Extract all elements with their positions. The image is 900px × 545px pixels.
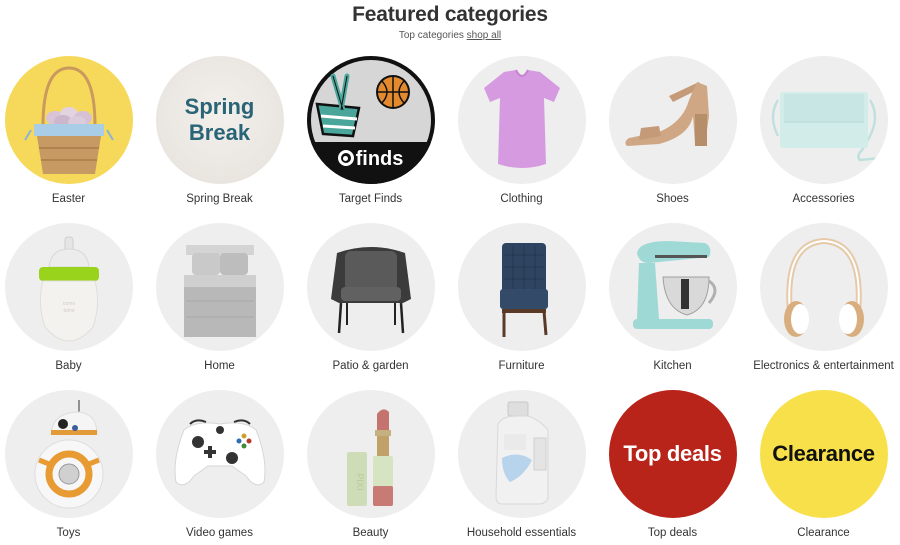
category-label: Video games <box>186 527 253 539</box>
category-label: Target Finds <box>338 193 403 205</box>
category-row: Toys Video games PIXI Beauty Household e… <box>0 390 900 545</box>
category-row: Easter Spring Break Spring Break finds T… <box>0 56 900 216</box>
category-row: como tomo Baby Home Patio & garden Furni… <box>0 223 900 383</box>
category-label: Kitchen <box>653 360 692 372</box>
svg-text:como: como <box>62 301 74 307</box>
patio-chair-icon <box>306 223 435 351</box>
category-tile-target-finds[interactable]: finds Target Finds <box>295 56 446 206</box>
category-tile-household-essentials[interactable]: Household essentials <box>446 390 597 540</box>
target-finds-icon: finds <box>306 56 435 184</box>
category-label: Easter <box>51 193 86 205</box>
clearance-art-text: Clearance <box>772 441 875 466</box>
clearance-badge: Clearance <box>759 390 888 518</box>
subtitle-text: Top categories <box>398 30 464 41</box>
category-tile-electronics-entertainment[interactable]: Electronics & entertainment <box>748 223 899 373</box>
category-label: Household essentials <box>466 527 577 539</box>
target-finds-art-text: finds <box>355 148 404 170</box>
category-tile-beauty[interactable]: PIXI Beauty <box>295 390 446 540</box>
category-label: Electronics & entertainment <box>753 360 894 372</box>
category-tile-top-deals[interactable]: Top deals Top deals <box>597 390 748 540</box>
category-tile-video-games[interactable]: Video games <box>144 390 295 540</box>
shop-all-link[interactable]: shop all <box>467 30 501 41</box>
category-tile-furniture[interactable]: Furniture <box>446 223 597 373</box>
category-tile-kitchen[interactable]: Kitchen <box>597 223 748 373</box>
stand-mixer-icon <box>608 223 737 351</box>
category-tile-toys[interactable]: Toys <box>0 390 144 540</box>
category-label: Clearance <box>797 527 850 539</box>
svg-text:tomo: tomo <box>63 308 74 314</box>
category-label: Home <box>204 360 235 372</box>
category-tile-patio-garden[interactable]: Patio & garden <box>295 223 446 373</box>
category-tile-easter[interactable]: Easter <box>0 56 144 206</box>
spring-break-icon: Spring Break <box>155 56 284 184</box>
category-tile-clearance[interactable]: Clearance Clearance <box>748 390 899 540</box>
category-label: Beauty <box>352 527 389 539</box>
robot-toy-icon <box>4 390 133 518</box>
category-tile-shoes[interactable]: Shoes <box>597 56 748 206</box>
category-label: Top deals <box>647 527 698 539</box>
top-deals-badge: Top deals <box>608 390 737 518</box>
spring-break-art-line1: Spring <box>184 94 255 119</box>
game-controller-icon <box>155 390 284 518</box>
category-label: Furniture <box>498 360 545 372</box>
category-tile-clothing[interactable]: Clothing <box>446 56 597 206</box>
tshirt-icon <box>457 56 586 184</box>
category-label: Clothing <box>500 193 543 205</box>
category-label: Patio & garden <box>332 360 409 372</box>
bed-icon <box>155 223 284 351</box>
category-label: Baby <box>55 360 82 372</box>
sandal-icon <box>608 56 737 184</box>
page-title: Featured categories <box>352 3 548 26</box>
target-logo-icon <box>337 150 354 166</box>
section-header: Featured categories Top categories shop … <box>0 0 900 42</box>
spring-break-art-line2: Break <box>188 120 251 145</box>
armchair-icon <box>457 223 586 351</box>
category-tile-baby[interactable]: como tomo Baby <box>0 223 144 373</box>
category-tile-accessories[interactable]: Accessories <box>748 56 899 206</box>
category-label: Toys <box>56 527 81 539</box>
handbag-icon <box>759 56 888 184</box>
category-label: Accessories <box>792 193 855 205</box>
lipstick-icon: PIXI <box>306 390 435 518</box>
category-label: Shoes <box>656 193 689 205</box>
top-deals-art-text: Top deals <box>623 441 722 466</box>
category-label: Spring Break <box>186 193 253 205</box>
easter-basket-icon <box>4 56 133 184</box>
category-tile-spring-break[interactable]: Spring Break Spring Break <box>144 56 295 206</box>
headphones-icon <box>759 223 888 351</box>
subtitle: Top categories shop all <box>0 29 900 42</box>
category-tile-home[interactable]: Home <box>144 223 295 373</box>
detergent-bottle-icon <box>457 390 586 518</box>
baby-bottle-icon: como tomo <box>4 223 133 351</box>
svg-text:PIXI: PIXI <box>355 473 365 490</box>
